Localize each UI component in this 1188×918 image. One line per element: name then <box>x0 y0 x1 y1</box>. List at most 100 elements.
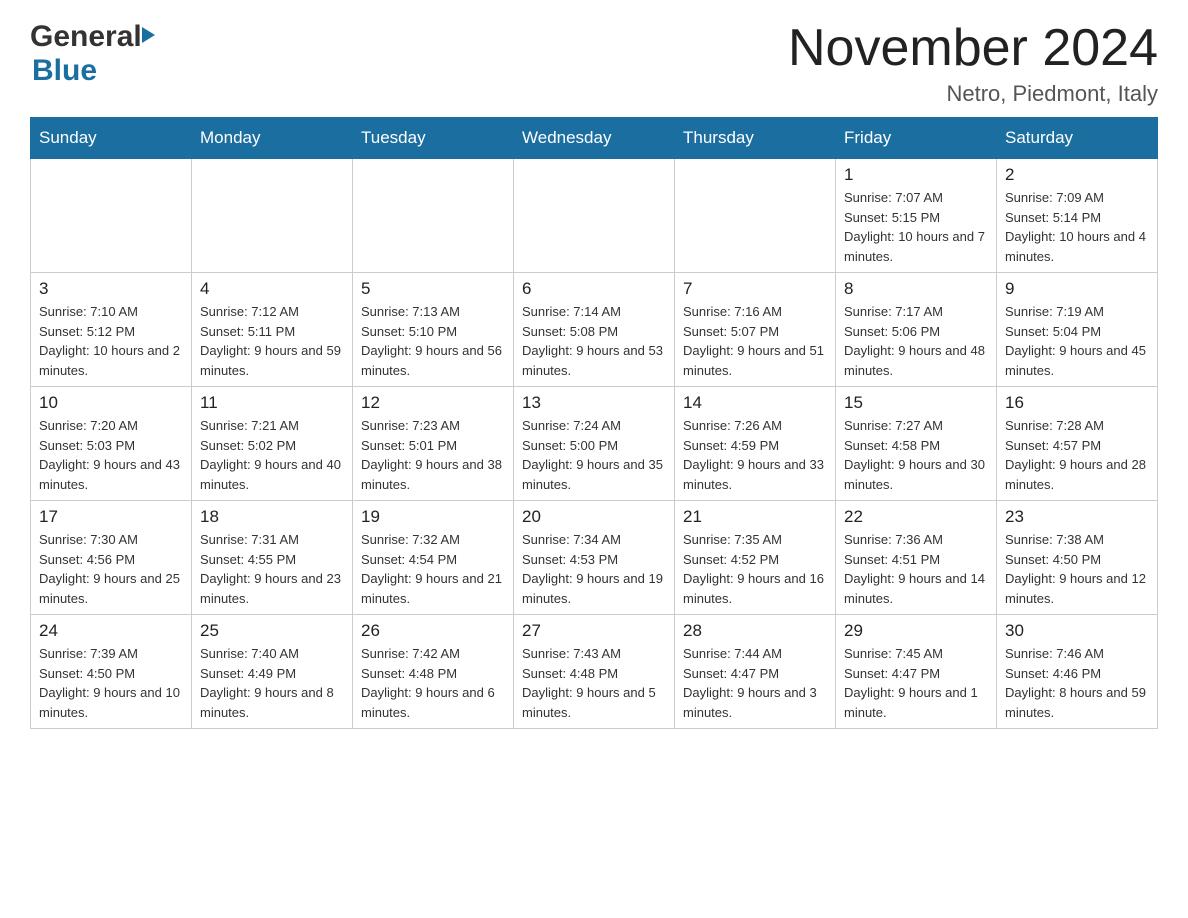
day-number: 10 <box>39 393 183 413</box>
day-number: 4 <box>200 279 344 299</box>
day-number: 2 <box>1005 165 1149 185</box>
calendar-week-row: 24 Sunrise: 7:39 AMSunset: 4:50 PMDayligh… <box>31 615 1158 729</box>
calendar-cell: 26 Sunrise: 7:42 AMSunset: 4:48 PMDayligh… <box>353 615 514 729</box>
day-number: 5 <box>361 279 505 299</box>
calendar-cell: 19 Sunrise: 7:32 AMSunset: 4:54 PMDayligh… <box>353 501 514 615</box>
calendar-cell: 13 Sunrise: 7:24 AMSunset: 5:00 PMDayligh… <box>514 387 675 501</box>
weekday-header-wednesday: Wednesday <box>514 118 675 159</box>
calendar-cell: 22 Sunrise: 7:36 AMSunset: 4:51 PMDayligh… <box>836 501 997 615</box>
calendar-cell: 24 Sunrise: 7:39 AMSunset: 4:50 PMDayligh… <box>31 615 192 729</box>
calendar-cell: 11 Sunrise: 7:21 AMSunset: 5:02 PMDayligh… <box>192 387 353 501</box>
calendar-cell: 16 Sunrise: 7:28 AMSunset: 4:57 PMDayligh… <box>997 387 1158 501</box>
day-info: Sunrise: 7:28 AMSunset: 4:57 PMDaylight:… <box>1005 416 1149 494</box>
calendar-cell: 30 Sunrise: 7:46 AMSunset: 4:46 PMDayligh… <box>997 615 1158 729</box>
day-info: Sunrise: 7:31 AMSunset: 4:55 PMDaylight:… <box>200 530 344 608</box>
calendar-cell <box>514 159 675 273</box>
weekday-header-thursday: Thursday <box>675 118 836 159</box>
day-info: Sunrise: 7:36 AMSunset: 4:51 PMDaylight:… <box>844 530 988 608</box>
day-number: 12 <box>361 393 505 413</box>
calendar-cell: 23 Sunrise: 7:38 AMSunset: 4:50 PMDayligh… <box>997 501 1158 615</box>
calendar-cell: 5 Sunrise: 7:13 AMSunset: 5:10 PMDaylight… <box>353 273 514 387</box>
day-number: 17 <box>39 507 183 527</box>
day-number: 7 <box>683 279 827 299</box>
day-number: 8 <box>844 279 988 299</box>
day-number: 30 <box>1005 621 1149 641</box>
day-number: 9 <box>1005 279 1149 299</box>
day-number: 11 <box>200 393 344 413</box>
day-number: 27 <box>522 621 666 641</box>
calendar-week-row: 17Sunrise: 7:30 AMSunset: 4:56 PMDayligh… <box>31 501 1158 615</box>
calendar-cell: 8 Sunrise: 7:17 AMSunset: 5:06 PMDaylight… <box>836 273 997 387</box>
day-info: Sunrise: 7:17 AMSunset: 5:06 PMDaylight:… <box>844 302 988 380</box>
logo-arrow-icon <box>142 27 155 43</box>
calendar-cell: 4Sunrise: 7:12 AMSunset: 5:11 PMDaylight… <box>192 273 353 387</box>
day-number: 29 <box>844 621 988 641</box>
day-info: Sunrise: 7:26 AMSunset: 4:59 PMDaylight:… <box>683 416 827 494</box>
day-number: 25 <box>200 621 344 641</box>
day-info: Sunrise: 7:09 AMSunset: 5:14 PMDaylight:… <box>1005 188 1149 266</box>
day-info: Sunrise: 7:42 AMSunset: 4:48 PMDaylight:… <box>361 644 505 722</box>
day-info: Sunrise: 7:23 AMSunset: 5:01 PMDaylight:… <box>361 416 505 494</box>
calendar-week-row: 1 Sunrise: 7:07 AMSunset: 5:15 PMDaylight… <box>31 159 1158 273</box>
day-info: Sunrise: 7:24 AMSunset: 5:00 PMDaylight:… <box>522 416 666 494</box>
title-section: November 2024 Netro, Piedmont, Italy <box>788 20 1158 107</box>
calendar-week-row: 3Sunrise: 7:10 AMSunset: 5:12 PMDaylight… <box>31 273 1158 387</box>
logo-blue-text: Blue <box>32 54 97 88</box>
day-number: 19 <box>361 507 505 527</box>
logo: General Blue <box>30 20 155 88</box>
day-number: 23 <box>1005 507 1149 527</box>
calendar-cell: 14 Sunrise: 7:26 AMSunset: 4:59 PMDayligh… <box>675 387 836 501</box>
location-text: Netro, Piedmont, Italy <box>788 81 1158 107</box>
logo-general-text: General <box>30 20 142 54</box>
calendar-cell: 1 Sunrise: 7:07 AMSunset: 5:15 PMDaylight… <box>836 159 997 273</box>
day-info: Sunrise: 7:40 AMSunset: 4:49 PMDaylight:… <box>200 644 344 722</box>
day-info: Sunrise: 7:38 AMSunset: 4:50 PMDaylight:… <box>1005 530 1149 608</box>
calendar-cell: 2 Sunrise: 7:09 AMSunset: 5:14 PMDaylight… <box>997 159 1158 273</box>
calendar-cell <box>192 159 353 273</box>
weekday-header-sunday: Sunday <box>31 118 192 159</box>
day-number: 1 <box>844 165 988 185</box>
calendar-cell: 25 Sunrise: 7:40 AMSunset: 4:49 PMDayligh… <box>192 615 353 729</box>
calendar-cell <box>31 159 192 273</box>
day-info: Sunrise: 7:13 AMSunset: 5:10 PMDaylight:… <box>361 302 505 380</box>
day-info: Sunrise: 7:27 AMSunset: 4:58 PMDaylight:… <box>844 416 988 494</box>
calendar-table: SundayMondayTuesdayWednesdayThursdayFrid… <box>30 117 1158 729</box>
calendar-cell: 12 Sunrise: 7:23 AMSunset: 5:01 PMDayligh… <box>353 387 514 501</box>
day-number: 6 <box>522 279 666 299</box>
day-number: 28 <box>683 621 827 641</box>
day-number: 20 <box>522 507 666 527</box>
page-header: General Blue November 2024 Netro, Piedmo… <box>30 20 1158 107</box>
month-title: November 2024 <box>788 20 1158 77</box>
day-info: Sunrise: 7:16 AMSunset: 5:07 PMDaylight:… <box>683 302 827 380</box>
day-info: Sunrise: 7:35 AMSunset: 4:52 PMDaylight:… <box>683 530 827 608</box>
day-info: Sunrise: 7:07 AMSunset: 5:15 PMDaylight:… <box>844 188 988 266</box>
calendar-cell: 15 Sunrise: 7:27 AMSunset: 4:58 PMDayligh… <box>836 387 997 501</box>
calendar-cell: 28 Sunrise: 7:44 AMSunset: 4:47 PMDayligh… <box>675 615 836 729</box>
calendar-cell <box>353 159 514 273</box>
day-number: 15 <box>844 393 988 413</box>
weekday-header-row: SundayMondayTuesdayWednesdayThursdayFrid… <box>31 118 1158 159</box>
day-number: 13 <box>522 393 666 413</box>
day-info: Sunrise: 7:19 AMSunset: 5:04 PMDaylight:… <box>1005 302 1149 380</box>
day-info: Sunrise: 7:20 AMSunset: 5:03 PMDaylight:… <box>39 416 183 494</box>
day-info: Sunrise: 7:46 AMSunset: 4:46 PMDaylight:… <box>1005 644 1149 722</box>
day-info: Sunrise: 7:39 AMSunset: 4:50 PMDaylight:… <box>39 644 183 722</box>
day-number: 14 <box>683 393 827 413</box>
day-number: 18 <box>200 507 344 527</box>
weekday-header-saturday: Saturday <box>997 118 1158 159</box>
day-number: 26 <box>361 621 505 641</box>
day-info: Sunrise: 7:44 AMSunset: 4:47 PMDaylight:… <box>683 644 827 722</box>
day-info: Sunrise: 7:43 AMSunset: 4:48 PMDaylight:… <box>522 644 666 722</box>
day-info: Sunrise: 7:21 AMSunset: 5:02 PMDaylight:… <box>200 416 344 494</box>
day-number: 22 <box>844 507 988 527</box>
calendar-cell: 27 Sunrise: 7:43 AMSunset: 4:48 PMDayligh… <box>514 615 675 729</box>
calendar-cell: 10 Sunrise: 7:20 AMSunset: 5:03 PMDayligh… <box>31 387 192 501</box>
calendar-cell: 9 Sunrise: 7:19 AMSunset: 5:04 PMDaylight… <box>997 273 1158 387</box>
day-info: Sunrise: 7:14 AMSunset: 5:08 PMDaylight:… <box>522 302 666 380</box>
day-number: 24 <box>39 621 183 641</box>
calendar-cell: 29Sunrise: 7:45 AMSunset: 4:47 PMDayligh… <box>836 615 997 729</box>
day-info: Sunrise: 7:32 AMSunset: 4:54 PMDaylight:… <box>361 530 505 608</box>
day-number: 16 <box>1005 393 1149 413</box>
calendar-cell <box>675 159 836 273</box>
weekday-header-monday: Monday <box>192 118 353 159</box>
